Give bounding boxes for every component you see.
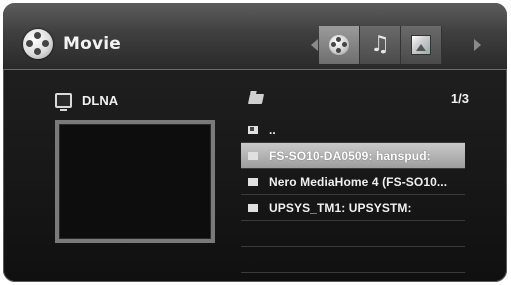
list-item[interactable]: Nero MediaHome 4 (FS-SO10... (241, 169, 465, 195)
device-label: DLNA (82, 93, 119, 108)
header-title-group: Movie (23, 29, 121, 59)
preview-thumbnail (55, 120, 215, 243)
server-icon (248, 203, 258, 212)
device-row: DLNA (55, 93, 119, 111)
media-type-tabs: ♫ (311, 26, 481, 64)
file-list: .. FS-SO10-DA0509: hanspud: Nero MediaHo… (241, 117, 465, 273)
list-item[interactable]: FS-SO10-DA0509: hanspud: (241, 143, 465, 169)
tab-movie[interactable] (319, 26, 360, 64)
server-icon (248, 151, 258, 160)
movie-reel-icon (329, 35, 349, 55)
list-item-label: Nero MediaHome 4 (FS-SO10... (269, 174, 448, 189)
media-browser-screen: Movie ♫ DLNA 1/3 .. FS-SO10-DA0509: hans… (3, 3, 507, 282)
tab-next-arrow-icon[interactable] (474, 39, 481, 51)
up-folder-icon (248, 125, 258, 134)
empty-list-row (241, 247, 465, 273)
empty-list-row (241, 221, 465, 247)
monitor-icon (55, 93, 72, 111)
list-item-label: .. (269, 122, 276, 137)
tab-prev-arrow-icon[interactable] (311, 39, 318, 51)
server-icon (248, 177, 258, 186)
music-note-icon: ♫ (370, 32, 390, 57)
page-indicator: 1/3 (450, 91, 469, 106)
list-item[interactable]: .. (241, 117, 465, 143)
movie-reel-icon (23, 29, 53, 59)
header-bar: Movie ♫ (3, 3, 507, 70)
tab-music[interactable]: ♫ (360, 26, 401, 64)
tab-photo[interactable] (401, 26, 442, 64)
list-item-label: UPSYS_TM1: UPSYSTM: (269, 200, 412, 215)
folder-icon (247, 94, 265, 104)
photo-icon (411, 35, 431, 55)
list-item-label: FS-SO10-DA0509: hanspud: (269, 148, 431, 163)
page-title: Movie (63, 34, 122, 54)
list-item[interactable]: UPSYS_TM1: UPSYSTM: (241, 195, 465, 221)
